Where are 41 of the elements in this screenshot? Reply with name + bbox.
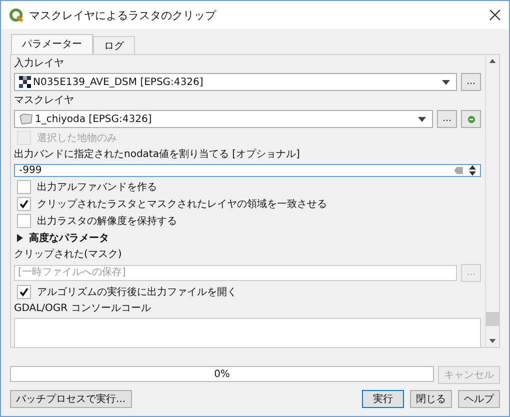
field-label: マスクレイヤ bbox=[14, 94, 75, 107]
field-label: 出力バンドに指定されたnodata値を割り当てる [オプショナル] bbox=[14, 148, 301, 161]
batch-button[interactable]: バッチプロセスで実行... bbox=[10, 390, 132, 408]
tab[interactable]: パラメーター bbox=[11, 34, 93, 55]
browse-button[interactable]: … bbox=[461, 73, 481, 91]
field-label: クリップされた(マスク) bbox=[14, 248, 123, 261]
window-title: マスクレイヤによるラスタのクリップ bbox=[29, 8, 218, 22]
dialog-button[interactable]: 閉じる bbox=[410, 390, 452, 408]
checkbox-label: 出力アルファバンドを作る bbox=[37, 180, 157, 194]
tab[interactable]: ログ bbox=[93, 36, 135, 55]
dialog-button[interactable]: 実行 bbox=[362, 390, 404, 408]
checkbox-label: アルゴリズムの実行後に出力ファイルを開く bbox=[37, 286, 237, 299]
iterate-icon bbox=[466, 114, 476, 124]
scrollbar-thumb[interactable] bbox=[486, 312, 499, 326]
scroll-up-icon[interactable] bbox=[489, 59, 496, 63]
polygon-layer-icon bbox=[19, 113, 33, 125]
checkbox-label: 選択した地物のみ bbox=[37, 132, 117, 145]
progress-text: 0% bbox=[214, 368, 230, 380]
close-icon[interactable] bbox=[489, 9, 501, 21]
checkbox-label: 出力ラスタの解像度を保持する bbox=[37, 214, 177, 228]
iterate-button[interactable] bbox=[461, 110, 481, 128]
app-logo-icon bbox=[9, 8, 24, 22]
field-label: GDAL/OGR コンソールコール bbox=[14, 302, 152, 315]
advanced-parameters-toggle[interactable]: 高度なパラメータ bbox=[14, 231, 109, 245]
checkbox[interactable] bbox=[17, 197, 31, 211]
layer-dropdown[interactable]: N035E139_AVE_DSM [EPSG:4326] bbox=[14, 73, 457, 91]
field-label: 入力レイヤ bbox=[14, 57, 65, 70]
scroll-down-icon[interactable] bbox=[489, 339, 496, 343]
spin-arrows-icon[interactable] bbox=[469, 165, 476, 176]
browse-button[interactable]: … bbox=[437, 110, 457, 128]
raster-layer-icon bbox=[19, 76, 31, 88]
dropdown-arrow-icon bbox=[442, 80, 450, 84]
nodata-field[interactable]: -999 bbox=[14, 164, 481, 177]
layer-dropdown[interactable]: 1_chiyoda [EPSG:4326] bbox=[14, 110, 433, 128]
dialog-button[interactable]: ヘルプ bbox=[458, 390, 500, 408]
dropdown-arrow-icon bbox=[418, 116, 426, 122]
checkbox-label: クリップされたラスタとマスクされたレイヤの領域を一致させる bbox=[37, 198, 327, 211]
checkbox[interactable] bbox=[17, 285, 31, 299]
checkbox[interactable] bbox=[17, 214, 31, 228]
expand-arrow-icon bbox=[17, 234, 23, 242]
checkbox[interactable] bbox=[17, 180, 31, 194]
